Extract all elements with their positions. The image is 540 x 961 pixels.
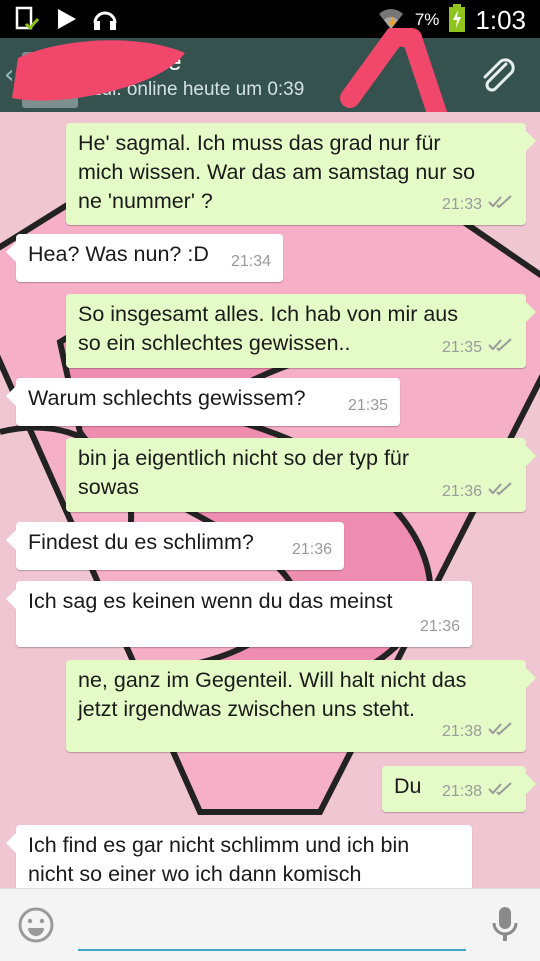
last-seen-status: zul. online heute um 0:39 [92,79,305,100]
battery-percent: 7% [414,10,440,29]
emoji-button[interactable] [18,907,54,947]
incoming-message[interactable]: Hea? Was nun? :D 21:34 [6,234,283,282]
message-meta: 21:35 [348,391,388,420]
incoming-message[interactable]: Ich find es gar nicht schlimm und ich bi… [6,825,472,890]
read-ticks-icon [488,477,514,506]
outgoing-message[interactable]: ne, ganz im Gegenteil. Will halt nicht d… [66,660,536,752]
attach-button[interactable] [476,54,520,98]
message-text: Warum schlechts gewissem? [28,386,306,410]
read-ticks-icon [488,777,514,806]
outgoing-message[interactable]: So insgesamt alles. Ich hab von mir aus … [66,294,536,368]
message-time: 21:34 [230,253,271,270]
message-meta: 21:34 [231,247,271,276]
status-bar: 7% 1:03 [0,0,540,38]
message-text: ne, ganz im Gegenteil. Will halt nicht d… [78,668,467,721]
read-ticks-icon [488,717,514,746]
microphone-icon [492,907,518,941]
message-time: 21:33 [441,196,482,213]
headphones-icon [92,6,118,36]
avatar[interactable] [22,52,78,108]
paperclip-icon [483,58,515,92]
outgoing-message[interactable]: bin ja eigentlich nicht so der typ für s… [66,438,536,512]
message-time: 21:36 [441,483,482,500]
message-time: 21:38 [441,783,482,800]
contact-name[interactable]: Maxime [94,48,182,77]
message-meta: 21:35 [442,333,514,362]
smiley-icon [18,907,54,943]
microphone-button[interactable] [490,905,520,947]
incoming-message[interactable]: Ich sag es keinen wenn du das meinst 21:3… [6,581,472,647]
message-meta: 21:36 [442,477,514,506]
read-ticks-icon [488,333,514,362]
incoming-message[interactable]: Warum schlechts gewissem? 21:35 [6,378,400,426]
chat-area[interactable]: He' sagmal. Ich muss das grad nur für mi… [0,112,540,890]
message-meta: 21:36 [420,612,460,641]
message-input[interactable] [78,907,466,951]
compose-bar [0,888,540,961]
incoming-message[interactable]: Findest du es schlimm? 21:36 [6,522,344,570]
message-text: Findest du es schlimm? [28,530,254,554]
message-time: 21:35 [441,339,482,356]
battery-charging-icon [449,4,466,36]
message-meta: 21:38 [442,777,514,806]
back-arrow-icon[interactable]: ‹ [4,60,14,90]
message-text: Ich sag es keinen wenn du das meinst [28,589,393,613]
message-meta: 21:38 [442,717,514,746]
message-time: 21:36 [419,618,460,635]
message-meta: 21:36 [292,535,332,564]
message-time: 21:38 [441,723,482,740]
clock: 1:03 [475,4,526,35]
message-meta: 21:33 [442,190,514,219]
outgoing-message[interactable]: Du 21:38 [382,766,536,812]
message-time: 21:36 [291,541,332,558]
chat-header: ‹ Maxime zul. online heute um 0:39 [0,38,540,112]
device-check-icon [14,6,40,36]
message-time: 21:35 [347,397,388,414]
wifi-icon [377,5,405,35]
message-text: Ich find es gar nicht schlimm und ich bi… [28,833,410,886]
play-icon [54,7,78,35]
outgoing-message[interactable]: He' sagmal. Ich muss das grad nur für mi… [66,123,536,225]
read-ticks-icon [488,190,514,219]
